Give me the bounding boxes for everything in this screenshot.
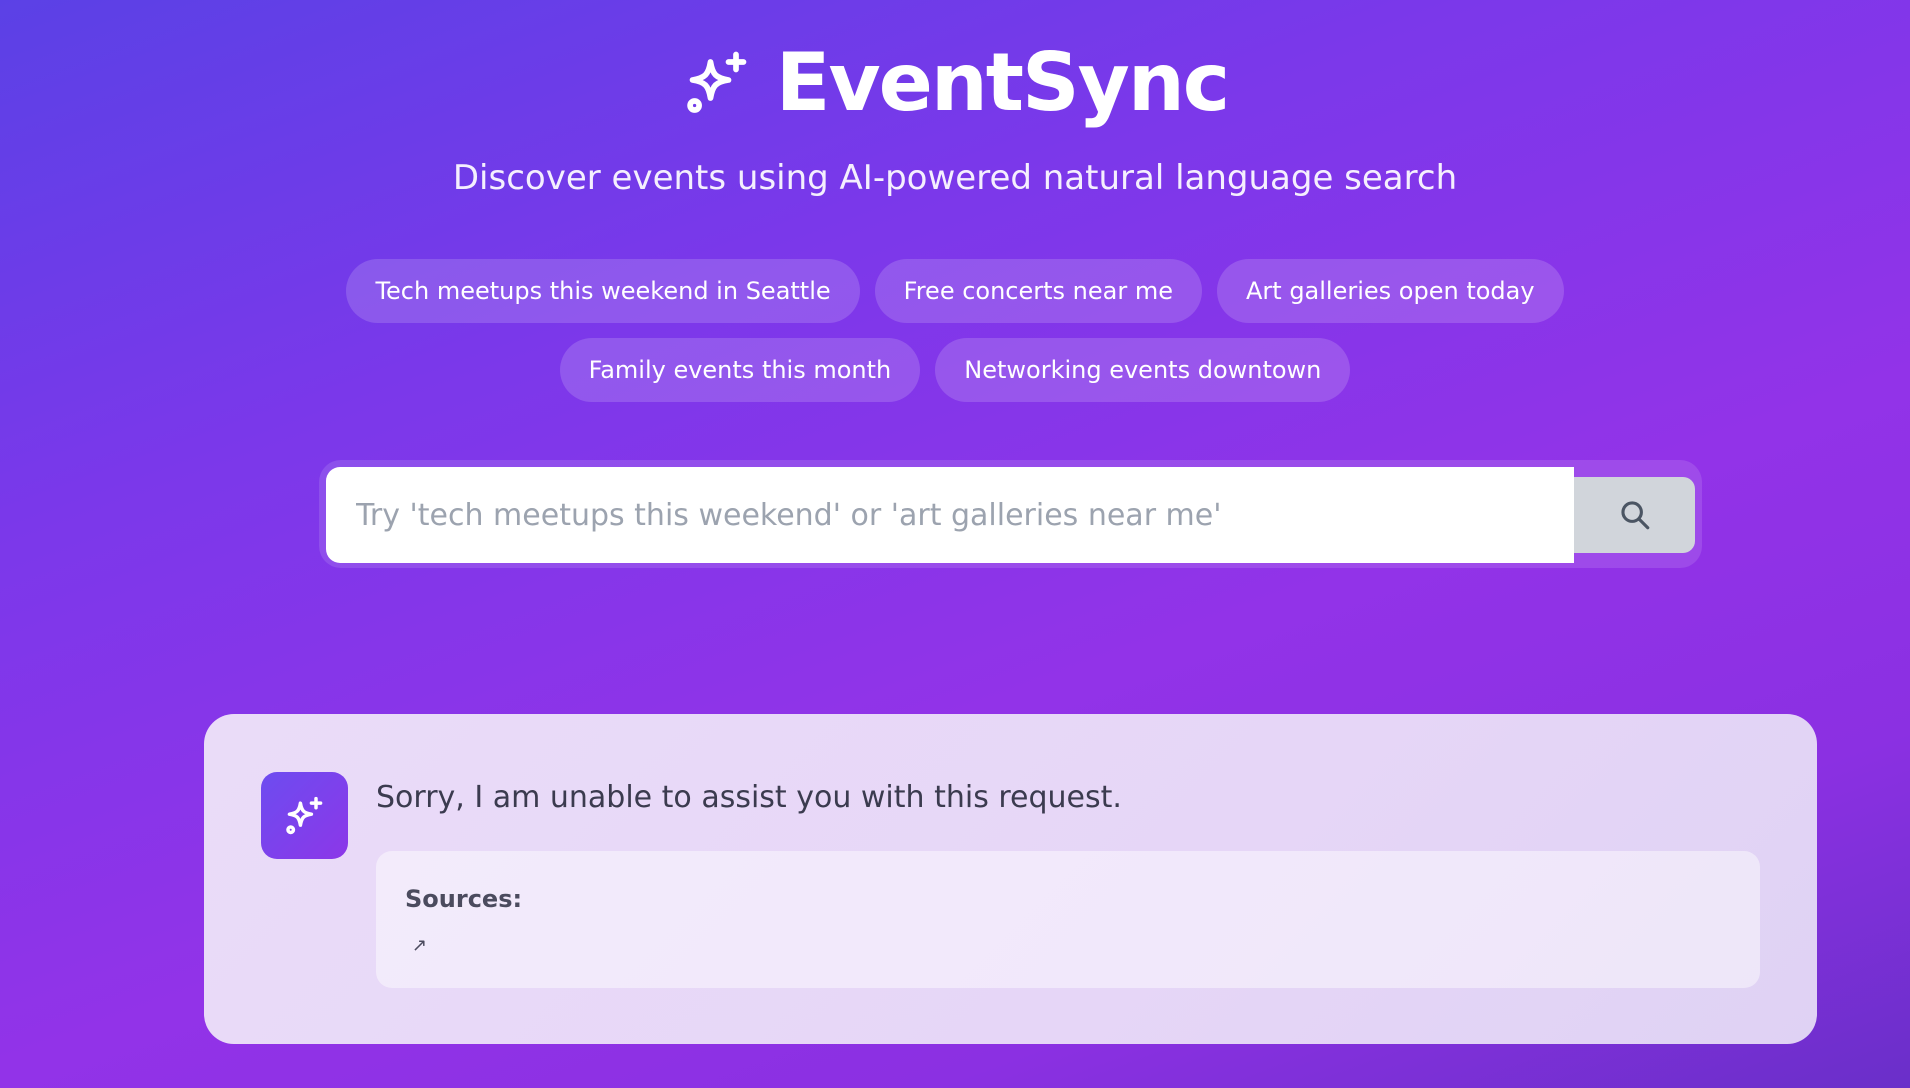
sources-panel: Sources: ↗ bbox=[376, 851, 1760, 988]
response-message: Sorry, I am unable to assist you with th… bbox=[376, 780, 1122, 815]
sparkles-icon bbox=[687, 51, 747, 113]
app-title: EventSync bbox=[775, 36, 1230, 129]
response-card: Sorry, I am unable to assist you with th… bbox=[204, 714, 1817, 1044]
external-link-icon[interactable]: ↗ bbox=[412, 935, 427, 957]
sparkles-icon bbox=[285, 796, 322, 834]
suggestion-chips-row-2: Family events this month Networking even… bbox=[0, 338, 1910, 402]
suggestion-chip[interactable]: Networking events downtown bbox=[935, 338, 1351, 402]
search-bar bbox=[319, 460, 1702, 568]
suggestion-chips-row-1: Tech meetups this weekend in Seattle Fre… bbox=[0, 259, 1910, 323]
assistant-avatar bbox=[261, 772, 348, 859]
sources-label: Sources: bbox=[405, 885, 523, 913]
search-icon bbox=[1620, 501, 1649, 530]
suggestion-chip[interactable]: Free concerts near me bbox=[874, 259, 1202, 323]
suggestion-chip[interactable]: Art galleries open today bbox=[1217, 259, 1564, 323]
suggestion-chip[interactable]: Family events this month bbox=[559, 338, 921, 402]
search-button[interactable] bbox=[1574, 477, 1695, 553]
app-subtitle: Discover events using AI-powered natural… bbox=[452, 158, 1458, 198]
search-input[interactable] bbox=[326, 467, 1574, 563]
app-header: EventSync bbox=[0, 38, 1910, 128]
suggestion-chip[interactable]: Tech meetups this weekend in Seattle bbox=[346, 259, 860, 323]
